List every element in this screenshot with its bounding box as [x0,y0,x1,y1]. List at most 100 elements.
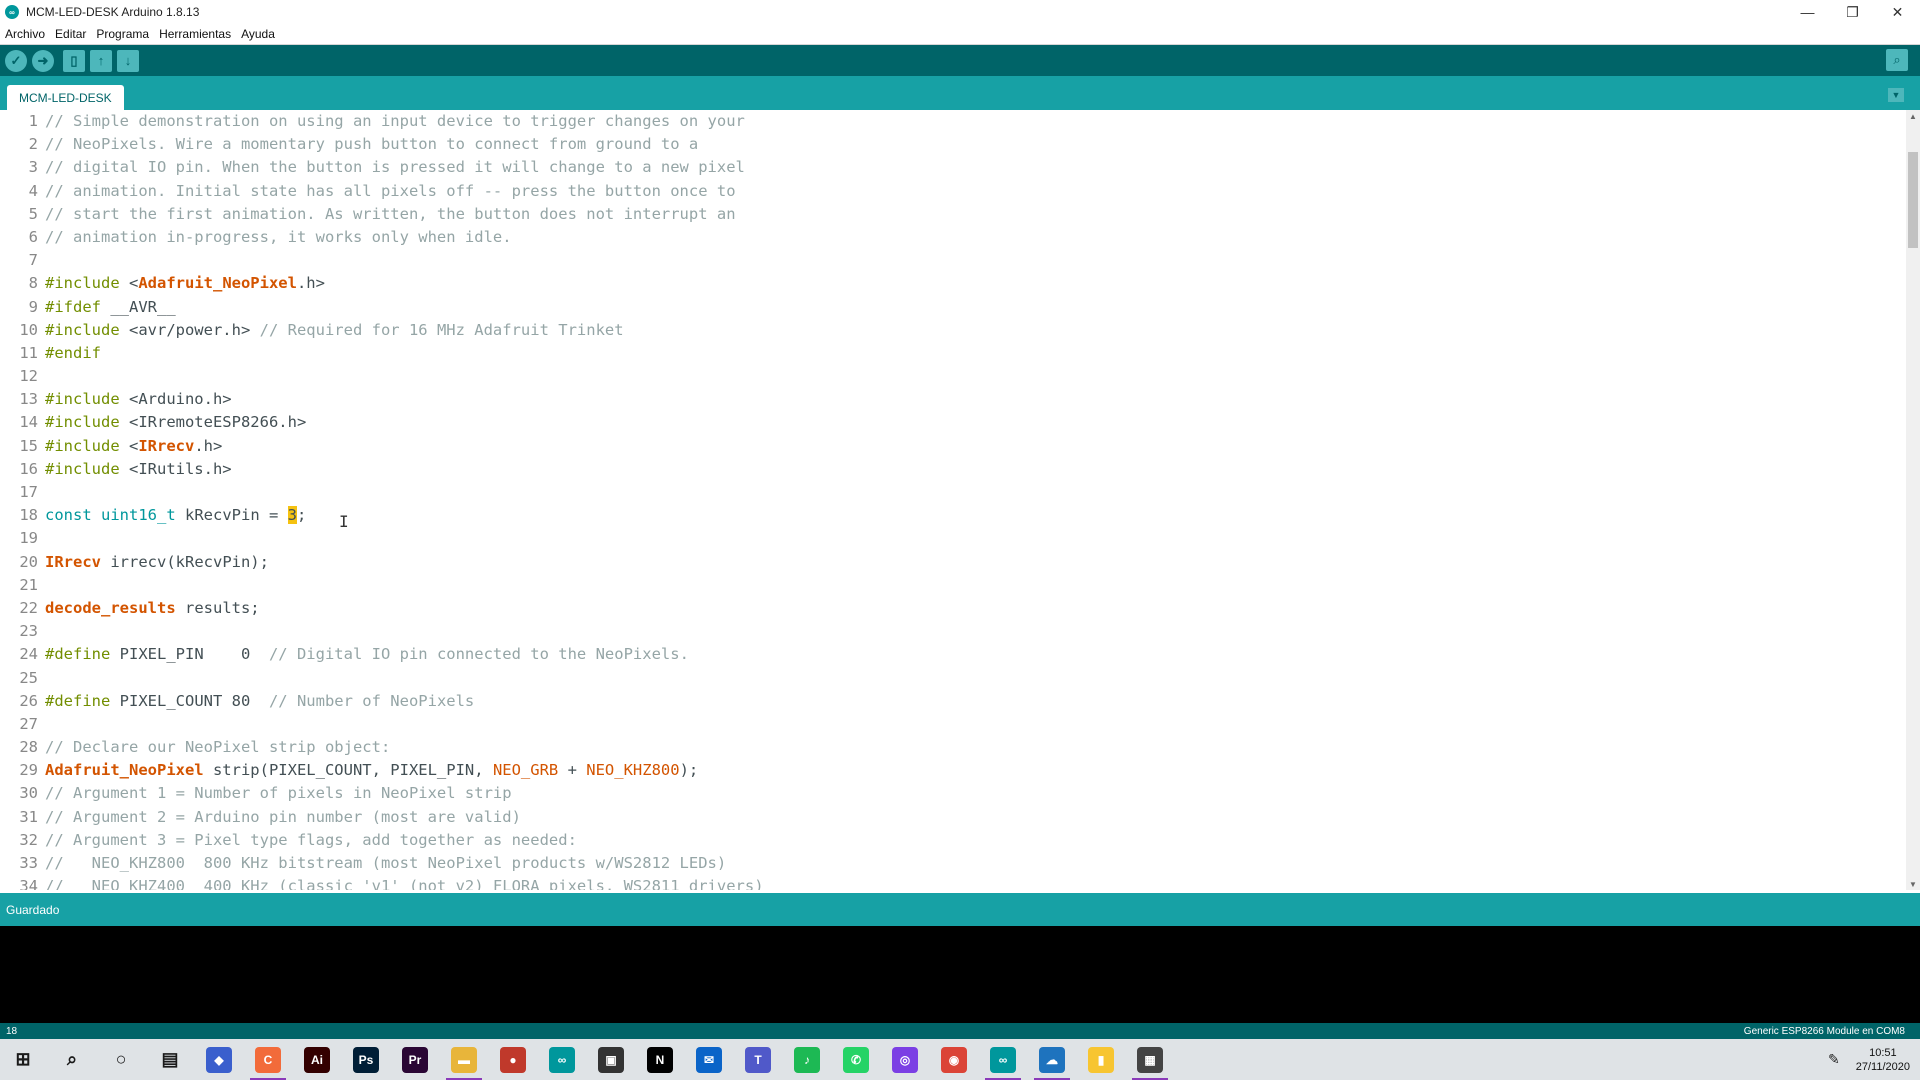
minimize-button[interactable]: — [1785,0,1830,24]
code-line[interactable]: 22 decode_results results; [0,597,1906,620]
code-line[interactable]: 27 [0,713,1906,736]
open-sketch-button[interactable]: ↑ [90,49,112,72]
line-number: 14 [19,413,38,432]
code-line[interactable]: 12 [0,365,1906,388]
chrome-icon[interactable]: ◉ [941,1046,967,1073]
code-line[interactable]: 23 [0,620,1906,643]
upload-button[interactable]: ➜ [32,49,54,72]
code-token-plain: results; [175,598,260,617]
scroll-down-icon[interactable]: ▼ [1906,878,1920,890]
code-line[interactable]: 7 [0,249,1906,272]
code-line[interactable]: 2 // NeoPixels. Wire a momentary push but… [0,133,1906,156]
canva-app-icon[interactable]: C [250,1046,286,1080]
line-code: // Argument 1 = Number of pixels in NeoP… [45,782,512,805]
calculator-icon[interactable]: ▦ [1132,1046,1168,1080]
line-number: 23 [19,622,38,641]
editor-scrollbar[interactable]: ▲ ▼ [1906,110,1920,890]
arduino-app-icon: ∞ [5,5,19,19]
code-line[interactable]: 13 #include <Arduino.h> [0,388,1906,411]
windows-start-icon[interactable]: ⊞ [10,1047,36,1073]
code-line[interactable]: 4 // animation. Initial state has all pix… [0,180,1906,203]
line-number: 28 [19,738,38,757]
task-view-icon[interactable]: ▤ [157,1047,183,1073]
code-line[interactable]: 34 // NEO_KHZ400 400 KHz (classic 'v1' (n… [0,875,1906,890]
line-number: 9 [28,297,38,316]
menu-herramientas[interactable]: Herramientas [154,27,236,41]
code-line[interactable]: 31 // Argument 2 = Arduino pin number (mo… [0,806,1906,829]
file-explorer-icon[interactable]: ▬ [446,1046,482,1080]
code-line[interactable]: 18 const uint16_t kRecvPin = 3; [0,504,1906,527]
scrollbar-thumb[interactable] [1908,152,1918,248]
verify-button[interactable]: ✓ [5,49,27,72]
console-output[interactable] [0,926,1920,1023]
mail-icon[interactable]: ✉ [696,1046,722,1073]
line-number: 34 [19,877,38,890]
code-line[interactable]: 16 #include <IRutils.h> [0,458,1906,481]
code-editor[interactable]: 1 // Simple demonstration on using an inp… [0,110,1906,890]
close-button[interactable]: ✕ [1875,0,1920,24]
code-line[interactable]: 14 #include <IRremoteESP8266.h> [0,411,1906,434]
code-line[interactable]: 20 IRrecv irrecv(kRecvPin); [0,551,1906,574]
tab-sketch[interactable]: MCM-LED-DESK [7,85,124,110]
code-line[interactable]: 30 // Argument 1 = Number of pixels in Ne… [0,782,1906,805]
code-line[interactable]: 24 #define PIXEL_PIN 0 // Digital IO pin … [0,643,1906,666]
code-line[interactable]: 10 #include <avr/power.h> // Required for… [0,319,1906,342]
code-line[interactable]: 8 #include <Adafruit_NeoPixel.h> [0,272,1906,295]
app-purple-icon[interactable]: ◎ [892,1046,918,1073]
illustrator-icon[interactable]: Ai [304,1046,330,1073]
code-line[interactable]: 17 [0,481,1906,504]
store-icon[interactable]: ▣ [598,1046,624,1073]
menu-programa[interactable]: Programa [91,27,154,41]
restore-button[interactable]: ❐ [1830,0,1875,24]
code-line[interactable]: 3 // digital IO pin. When the button is p… [0,156,1906,179]
code-line[interactable]: 6 // animation in-progress, it works only… [0,226,1906,249]
code-line[interactable]: 32 // Argument 3 = Pixel type flags, add … [0,829,1906,852]
line-number: 10 [19,320,38,339]
cortana-icon[interactable]: ○ [108,1047,134,1073]
code-line[interactable]: 25 [0,667,1906,690]
serial-monitor-button[interactable]: ⌕ [1886,49,1908,71]
new-sketch-button[interactable]: ▯ [63,49,85,72]
code-line[interactable]: 26 #define PIXEL_COUNT 80 // Number of Ne… [0,690,1906,713]
scroll-up-icon[interactable]: ▲ [1906,110,1920,122]
teams-icon[interactable]: T [745,1046,771,1073]
arduino-icon-2[interactable]: ∞ [549,1046,575,1073]
line-code: IRrecv irrecv(kRecvPin); [45,551,269,574]
code-token-comment: // Simple demonstration on using an inpu… [45,112,745,130]
save-sketch-button[interactable]: ↓ [117,49,139,72]
menu-ayuda[interactable]: Ayuda [236,27,280,41]
remote-desktop-icon[interactable]: ☁ [1034,1046,1070,1080]
code-token-plain: __AVR__ [101,297,176,316]
code-line[interactable]: 19 [0,527,1906,550]
code-line[interactable]: 11 #endif [0,342,1906,365]
code-line[interactable]: 5 // start the first animation. As writte… [0,203,1906,226]
code-line[interactable]: 33 // NEO_KHZ800 800 KHz bitstream (most … [0,852,1906,875]
code-line[interactable]: 9 #ifdef __AVR__ [0,296,1906,319]
search-icon[interactable]: ⌕ [59,1047,85,1073]
premiere-icon[interactable]: Pr [402,1046,428,1073]
whatsapp-icon[interactable]: ✆ [843,1046,869,1073]
pen-icon[interactable]: ✎ [1828,1051,1840,1068]
menu-editar[interactable]: Editar [50,27,91,41]
line-code: decode_results results; [45,597,260,620]
code-line[interactable]: 21 [0,574,1906,597]
status-bar: Guardado [0,893,1920,926]
arduino-icon[interactable]: ∞ [985,1046,1021,1080]
check-icon: ✓ [10,52,22,68]
line-code: // NEO_KHZ400 400 KHz (classic 'v1' (not… [45,875,764,890]
netflix-icon[interactable]: N [647,1046,673,1073]
spotify-icon[interactable]: ♪ [794,1046,820,1073]
sticky-notes-icon[interactable]: ▮ [1088,1046,1114,1073]
line-number: 17 [19,483,38,501]
menu-archivo[interactable]: Archivo [0,27,50,41]
app-globe-icon[interactable]: ◆ [206,1046,232,1073]
tab-menu-button[interactable]: ▼ [1888,88,1904,102]
code-line[interactable]: 28 // Declare our NeoPixel strip object: [0,736,1906,759]
code-line[interactable]: 15 #include <IRrecv.h> [0,435,1906,458]
clock[interactable]: 10:51 27/11/2020 [1856,1046,1910,1074]
app-red-icon[interactable]: ● [500,1046,526,1073]
code-line[interactable]: 1 // Simple demonstration on using an inp… [0,110,1906,133]
photoshop-icon[interactable]: Ps [353,1046,379,1073]
code-line[interactable]: 29 Adafruit_NeoPixel strip(PIXEL_COUNT, P… [0,759,1906,782]
